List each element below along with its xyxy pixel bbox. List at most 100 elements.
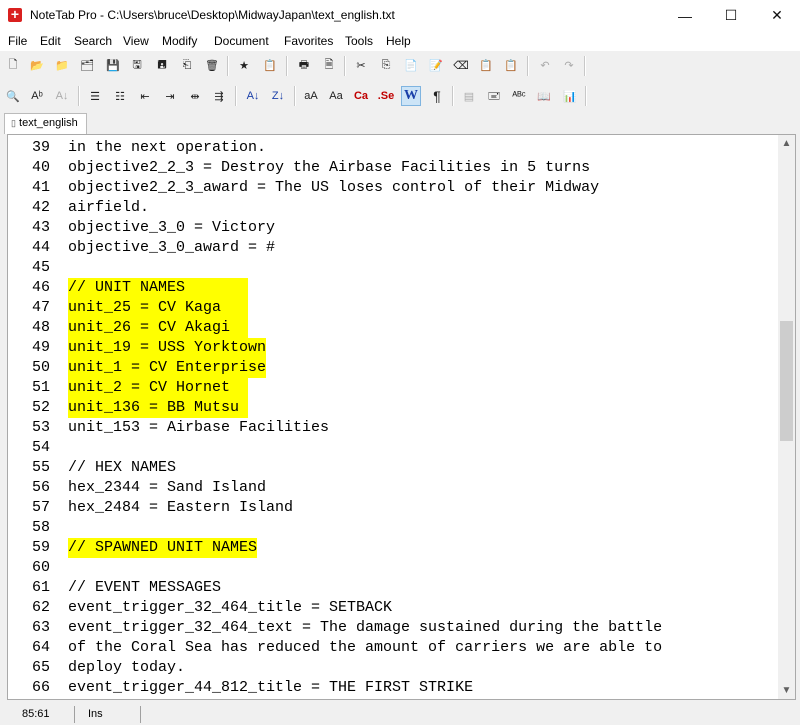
editor-line[interactable]: 61 // EVENT MESSAGES [8, 578, 780, 598]
editor-line[interactable]: 41 objective2_2_3_award = The US loses co… [8, 178, 780, 198]
editor-line[interactable]: 65 deploy today. [8, 658, 780, 678]
sort-ascending-icon[interactable]: A↓ [244, 87, 262, 105]
save-all-files-icon[interactable]: 🗂 [78, 56, 96, 74]
document-icon: ▯ [11, 118, 16, 128]
scroll-up-icon[interactable]: ▲ [778, 135, 795, 152]
editor-line[interactable]: 59 // SPAWNED UNIT NAMES [8, 538, 780, 558]
save-all-icon[interactable]: 🖪 [153, 56, 171, 74]
editor-line[interactable]: 54 [8, 438, 780, 458]
menu-document[interactable]: Document [214, 34, 269, 48]
menu-edit[interactable]: Edit [40, 34, 61, 48]
menu-file[interactable]: File [8, 34, 27, 48]
minimize-button[interactable]: — [662, 0, 708, 31]
lowercase-icon[interactable]: aA [302, 87, 320, 105]
join-lines-icon[interactable]: ⇶ [210, 87, 228, 105]
editor-line[interactable]: 46 // UNIT NAMES [8, 278, 780, 298]
clipboard-icon[interactable]: 📋 [477, 56, 495, 74]
menu-search[interactable]: Search [74, 34, 112, 48]
new-file-icon[interactable]: 🗋 [4, 56, 22, 74]
open-folder-icon[interactable]: 📁 [53, 56, 71, 74]
close-button[interactable]: ✕ [754, 0, 800, 31]
editor-line[interactable]: 40 objective2_2_3 = Destroy the Airbase F… [8, 158, 780, 178]
replace-icon[interactable]: Aᵇ [28, 87, 46, 105]
editor-line[interactable]: 45 [8, 258, 780, 278]
editor-line[interactable]: 55 // HEX NAMES [8, 458, 780, 478]
line-text: // SPAWNED UNIT NAMES [68, 538, 258, 558]
editor-line[interactable]: 52 unit_136 = BB Mutsu [8, 398, 780, 418]
editor-line[interactable]: 50 unit_1 = CV Enterprise [8, 358, 780, 378]
clipboard-copy-icon[interactable]: 📋 [502, 56, 520, 74]
find-next-icon[interactable]: A↓ [53, 87, 71, 105]
indent-icon[interactable]: ⇥ [161, 87, 179, 105]
undo-icon[interactable]: ↶ [536, 56, 554, 74]
numbered-list-icon[interactable]: ☷ [111, 87, 129, 105]
redo-icon[interactable]: ↷ [560, 56, 578, 74]
notetab-app-icon[interactable]: + [8, 7, 22, 22]
bullet-list-icon[interactable]: ☰ [86, 87, 104, 105]
editor-line[interactable]: 57 hex_2484 = Eastern Island [8, 498, 780, 518]
maximize-button[interactable]: ☐ [708, 0, 754, 31]
clip-icon[interactable]: 🖃 [485, 87, 503, 105]
sort-descending-icon[interactable]: Z↓ [269, 87, 287, 105]
line-number: 62 [31, 599, 50, 616]
editor-line[interactable]: 64 of the Coral Sea has reduced the amoun… [8, 638, 780, 658]
editor-line[interactable]: 63 event_trigger_32_464_text = The damage… [8, 618, 780, 638]
pilcrow-icon[interactable]: ¶ [428, 87, 446, 105]
line-number: 50 [31, 359, 50, 376]
text-editor[interactable]: 39 in the next operation. 40 objective2_2_3… [7, 134, 796, 700]
editor-line[interactable]: 58 [8, 518, 780, 538]
copy-icon[interactable]: ⎘ [377, 56, 395, 74]
editor-line[interactable]: 51 unit_2 = CV Hornet [8, 378, 780, 398]
editor-line[interactable]: 43 objective_3_0 = Victory [8, 218, 780, 238]
editor-line[interactable]: 53 unit_153 = Airbase Facilities [8, 418, 780, 438]
save-as-icon[interactable]: 🖫 [128, 56, 146, 74]
line-number: 65 [31, 659, 50, 676]
tab-text-english[interactable]: ▯ text_english [4, 113, 87, 134]
save-icon[interactable]: 💾 [104, 56, 122, 74]
menu-favorites[interactable]: Favorites [284, 34, 333, 48]
editor-line[interactable]: 62 event_trigger_32_464_title = SETBACK [8, 598, 780, 618]
line-text: deploy today. [68, 659, 186, 676]
editor-line[interactable]: 39 in the next operation. [8, 138, 780, 158]
menu-help[interactable]: Help [386, 34, 411, 48]
statistics-icon[interactable]: 📊 [561, 87, 579, 105]
capitalize-icon[interactable]: Ca [352, 87, 370, 105]
print-preview-icon[interactable]: 🗎 [320, 56, 338, 74]
columns-icon[interactable]: ▤ [460, 87, 478, 105]
uppercase-icon[interactable]: Aa [327, 87, 345, 105]
cut-icon[interactable]: ✂ [352, 56, 370, 74]
print-icon[interactable]: 🖶 [295, 56, 313, 74]
outdent-icon[interactable]: ⇤ [136, 87, 154, 105]
editor-line[interactable]: 66 event_trigger_44_812_title = THE FIRST… [8, 678, 780, 698]
editor-line[interactable]: 42 airfield. [8, 198, 780, 218]
scrollbar-thumb[interactable] [780, 321, 793, 441]
line-number: 52 [31, 399, 50, 416]
revert-icon[interactable]: ⎗ [178, 56, 196, 74]
open-file-icon[interactable]: 📂 [28, 56, 46, 74]
tab-label: text_english [19, 117, 78, 129]
erase-icon[interactable]: ⌫ [452, 56, 470, 74]
menu-view[interactable]: View [123, 34, 149, 48]
editor-line[interactable]: 56 hex_2344 = Sand Island [8, 478, 780, 498]
editor-line[interactable]: 47 unit_25 = CV Kaga [8, 298, 780, 318]
editor-line[interactable]: 60 [8, 558, 780, 578]
sentence-case-icon[interactable]: .Se [377, 87, 395, 105]
find-icon[interactable]: 🔍 [4, 87, 22, 105]
book-icon[interactable]: 📖 [535, 87, 553, 105]
paste-icon[interactable]: 📄 [402, 56, 420, 74]
clipbook-icon[interactable]: 📋 [261, 56, 279, 74]
menu-tools[interactable]: Tools [345, 34, 373, 48]
favorites-icon[interactable]: ★ [235, 56, 253, 74]
menu-modify[interactable]: Modify [162, 34, 197, 48]
editor-line[interactable]: 44 objective_3_0_award = # [8, 238, 780, 258]
scroll-down-icon[interactable]: ▼ [778, 682, 795, 699]
line-text: event_trigger_32_464_text = The damage s… [68, 619, 663, 636]
delete-icon[interactable]: 🗑 [203, 56, 221, 74]
spell-check-icon[interactable]: ᴬᴮᶜ [510, 87, 528, 105]
align-icon[interactable]: ⇹ [186, 87, 204, 105]
vertical-scrollbar[interactable]: ▲ ▼ [778, 135, 795, 699]
editor-line[interactable]: 48 unit_26 = CV Akagi [8, 318, 780, 338]
paste-special-icon[interactable]: 📝 [427, 56, 445, 74]
word-wrap-icon[interactable]: W [401, 86, 421, 106]
editor-line[interactable]: 49 unit_19 = USS Yorktown [8, 338, 780, 358]
